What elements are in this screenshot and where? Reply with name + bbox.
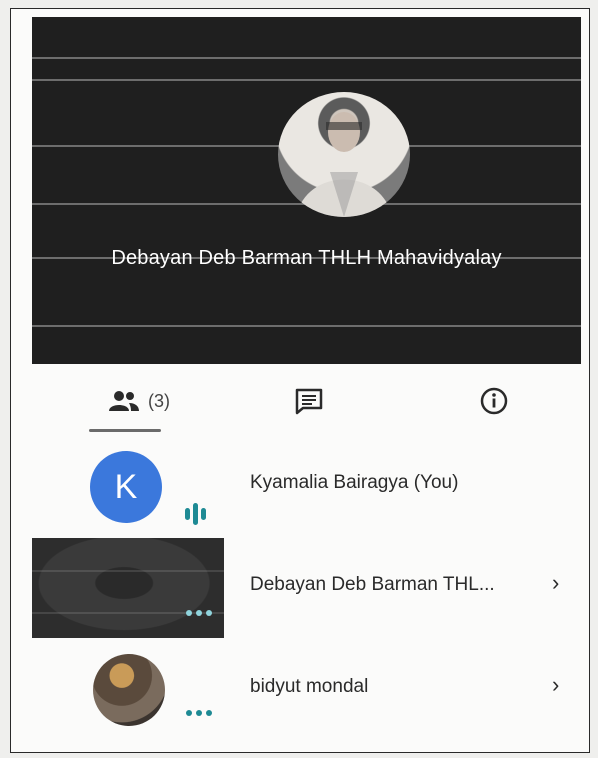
tab-info[interactable] [479,366,509,436]
speaking-indicator-icon [185,503,206,525]
chevron-right-icon[interactable]: › [552,570,559,596]
participant-video-thumbnail [32,538,224,638]
chat-icon [295,388,323,415]
participant-row[interactable]: bidyut mondal › [32,652,581,732]
people-icon [109,391,139,411]
participant-avatar-large [278,92,410,217]
participant-row[interactable]: Debayan Deb Barman THL... › [32,538,581,638]
avatar: K [90,451,162,523]
info-icon [480,387,508,415]
chevron-right-icon[interactable]: › [552,672,559,698]
participant-tabs: (3) [32,366,581,436]
participant-name: bidyut mondal [250,676,369,697]
video-tile-name: Debayan Deb Barman THLH Mahavidyalay [111,247,502,269]
participant-name: Kyamalia Bairagya (You) [250,472,459,493]
main-video-tile[interactable]: Debayan Deb Barman THLH Mahavidyalay [32,17,581,364]
people-count: (3) [148,390,170,411]
tab-chat[interactable] [294,366,324,436]
active-tab-indicator [89,429,161,432]
participant-row[interactable]: K Kyamalia Bairagya (You) [32,448,581,528]
more-dots-icon[interactable] [186,710,212,716]
tab-people[interactable]: (3) [89,366,189,436]
participant-name: Debayan Deb Barman THL... [250,574,495,595]
more-dots-icon[interactable] [186,610,212,616]
avatar [93,654,165,726]
